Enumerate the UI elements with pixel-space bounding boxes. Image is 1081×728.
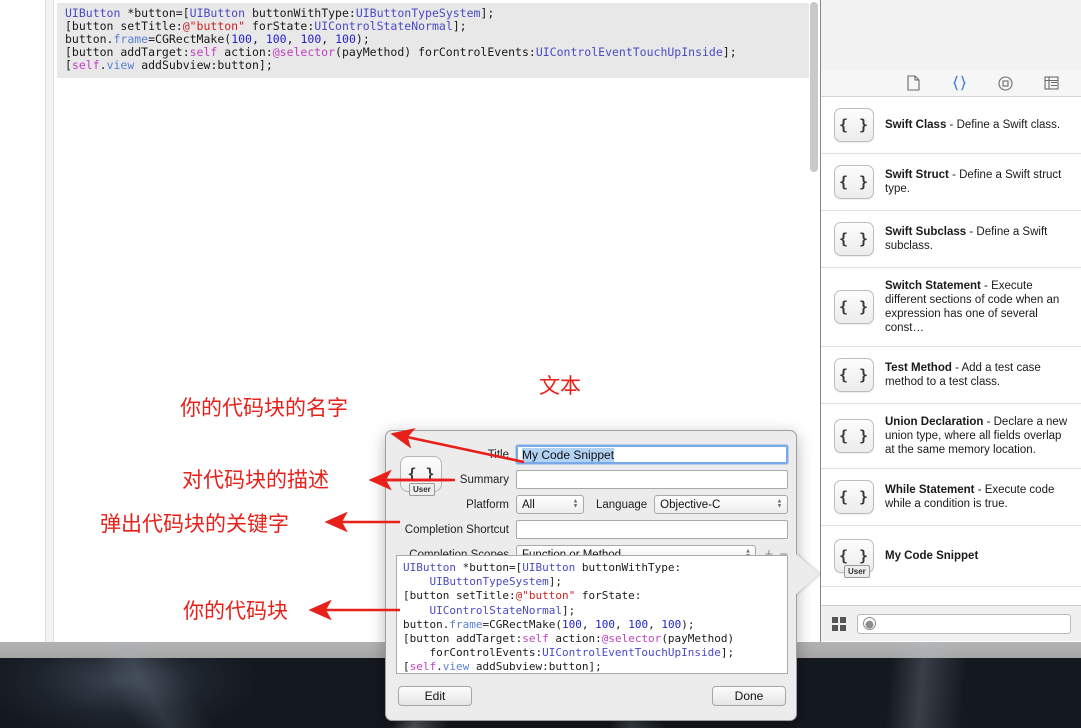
annotation-text-label: 文本: [539, 375, 581, 398]
annotation-code-label: 你的代码块: [183, 600, 288, 623]
annotation-arrows: [308, 428, 525, 621]
annotation-name-label: 你的代码块的名字: [180, 397, 348, 420]
annotation-desc-label: 对代码块的描述: [182, 469, 329, 492]
annotation-keyword-label: 弹出代码块的关键字: [100, 513, 289, 536]
